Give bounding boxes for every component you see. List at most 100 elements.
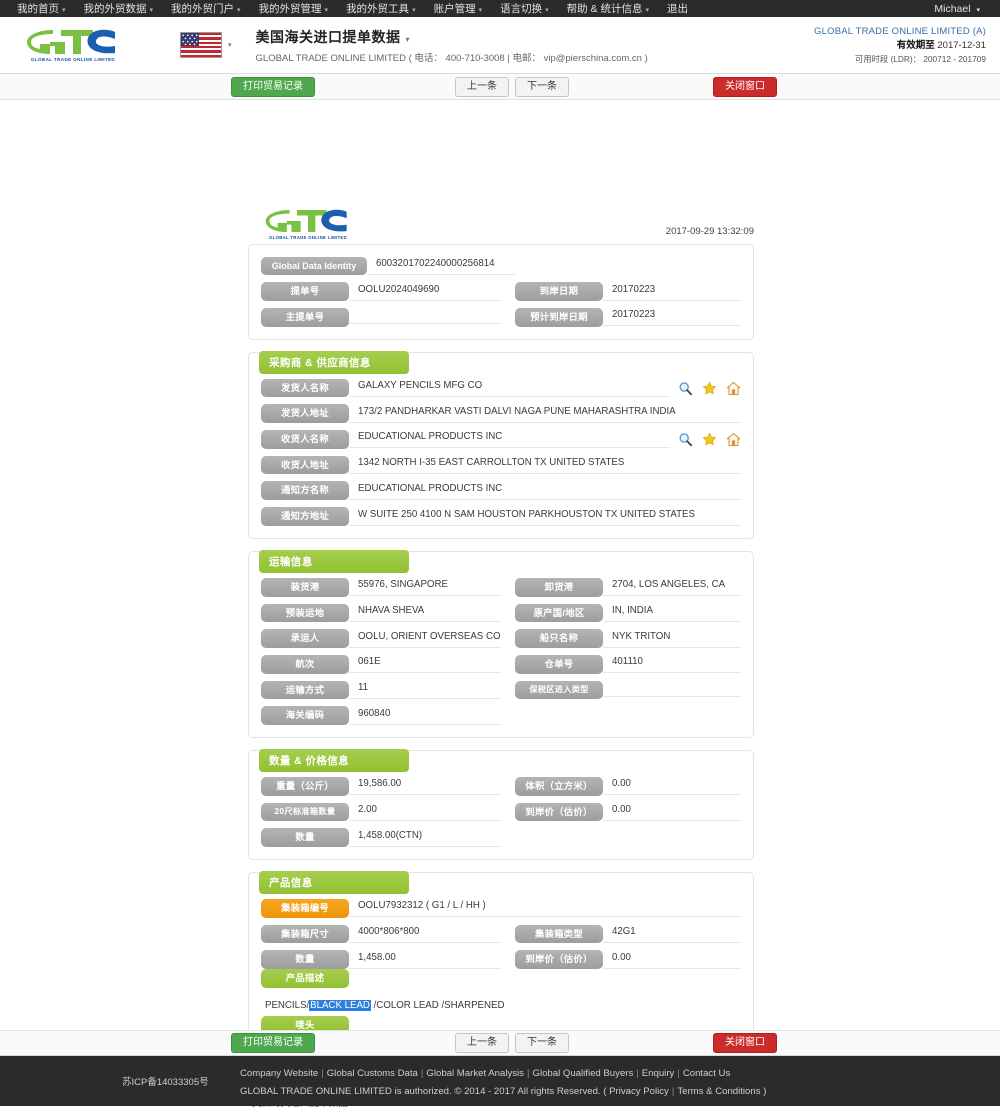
- print-record-button-bottom[interactable]: 打印贸易记录: [231, 1033, 315, 1053]
- nav-item-4[interactable]: 我的外贸工具 ▾: [337, 1, 425, 16]
- field-group: 卸货港 2704, LOS ANGELES, CA: [501, 577, 741, 597]
- nav-item-8[interactable]: 退出: [658, 1, 697, 16]
- field-value: 2.00: [349, 803, 501, 821]
- field-value: 11: [349, 681, 501, 699]
- field-group: 主提单号: [261, 308, 501, 327]
- copyright-text: GLOBAL TRADE ONLINE LIMITED is authorize…: [240, 1086, 607, 1098]
- footer-link-5[interactable]: Contact Us: [683, 1068, 730, 1079]
- nav-item-3[interactable]: 我的外贸管理 ▾: [250, 1, 338, 16]
- chevron-down-icon: ▾: [228, 42, 232, 49]
- footer-link-0[interactable]: Company Website: [240, 1068, 318, 1079]
- chevron-down-icon[interactable]: ▾: [406, 35, 411, 44]
- field-label: 到岸日期: [515, 282, 603, 302]
- field-label: 仓单号: [515, 654, 603, 674]
- field-group: 发货人名称 GALAXY PENCILS MFG CO: [261, 378, 741, 398]
- close-window-button-bottom[interactable]: 关闭窗口: [713, 1033, 777, 1053]
- field-group: 收货人名称 EDUCATIONAL PRODUCTS INC: [261, 430, 741, 449]
- next-record-button[interactable]: 下一条: [515, 76, 569, 97]
- toolbar-top: 打印贸易记录 上一条 下一条 关闭窗口: [0, 74, 1000, 100]
- field-value: 960840: [349, 707, 501, 725]
- container-number-value: OOLU7932312 ( G1 / L / HH ): [349, 899, 741, 918]
- chevron-down-icon: ▾: [412, 7, 416, 14]
- chevron-down-icon: ▾: [324, 7, 329, 14]
- field-row: 收货人地址 1342 NORTH I-35 EAST CARROLLTON TX …: [261, 455, 741, 475]
- nav-item-1[interactable]: 我的外贸数据 ▾: [75, 1, 163, 16]
- field-group: 预计到岸日期 20170223: [501, 308, 741, 327]
- home-icon[interactable]: [726, 432, 741, 447]
- close-window-button[interactable]: 关闭窗口: [713, 76, 777, 97]
- field-group: 承运人OOLU, ORIENT OVERSEAS CONTA: [261, 629, 501, 648]
- user-menu[interactable]: Michael ▾: [934, 3, 992, 15]
- field-group: 到岸日期 20170223: [501, 282, 741, 302]
- star-icon[interactable]: [702, 381, 717, 396]
- footer-copyright: GLOBAL TRADE ONLINE LIMITED is authorize…: [240, 1083, 766, 1101]
- validity-date: 2017-12-31: [937, 39, 986, 51]
- footer-link-3[interactable]: Global Qualified Buyers: [532, 1068, 633, 1079]
- account-company-name: GLOBAL TRADE ONLINE LIMITED (A): [814, 25, 986, 37]
- field-row: 数量 1,458.00 到岸价（估价） 0.00: [261, 950, 741, 970]
- next-record-button-bottom[interactable]: 下一条: [515, 1033, 569, 1053]
- print-record-button[interactable]: 打印贸易记录: [231, 76, 315, 97]
- bill-of-lading-document: GLOBAL TRADE ONLINE LIMITED 2017-09-29 1…: [236, 200, 766, 1116]
- header-titles: 美国海关进口提单数据 ▾ GLOBAL TRADE ONLINE LIMITED …: [256, 27, 648, 64]
- footer-legal-link-0[interactable]: Privacy Policy: [609, 1086, 669, 1097]
- field-label: 收货人地址: [261, 455, 349, 475]
- footer-separator: |: [321, 1068, 324, 1079]
- field-group: 通知方地址 W SUITE 250 4100 N SAM HOUSTON PARK…: [261, 507, 741, 526]
- page-title: 美国海关进口提单数据 ▾: [256, 27, 648, 47]
- footer-link-4[interactable]: Enquiry: [642, 1068, 675, 1079]
- chevron-down-icon: ▾: [149, 7, 154, 14]
- brand-logo-subtitle: GLOBAL TRADE ONLINE LIMITED: [30, 57, 116, 62]
- field-label: 承运人: [261, 629, 349, 648]
- nav-item-6[interactable]: 语言切换 ▾: [491, 1, 558, 16]
- nav-item-5[interactable]: 账户管理 ▾: [425, 1, 492, 16]
- nav-item-7[interactable]: 帮助 & 统计信息 ▾: [558, 1, 658, 16]
- nav-item-0[interactable]: 我的首页 ▾: [8, 1, 75, 16]
- field-value: 0.00: [603, 951, 741, 969]
- chevron-down-icon: ▾: [237, 7, 241, 14]
- field-value: EDUCATIONAL PRODUCTS INC: [349, 482, 741, 500]
- field-value: 061E: [349, 655, 501, 674]
- field-row: 发货人地址 173/2 PANDHARKAR VASTI DALVI NAGA P…: [261, 404, 741, 424]
- gto-logo-icon: [265, 209, 347, 233]
- field-row: 运输方式 11 保税区进入类型: [261, 680, 741, 700]
- home-icon[interactable]: [726, 381, 741, 396]
- field-label: 到岸价（估价）: [515, 802, 603, 822]
- search-icon[interactable]: [678, 381, 693, 396]
- field-row: 通知方名称 EDUCATIONAL PRODUCTS INC: [261, 481, 741, 501]
- field-value: 42G1: [603, 925, 741, 944]
- product-description-label-row: 产品描述: [261, 969, 741, 988]
- field-value: 4000*806*800: [349, 925, 501, 944]
- footer-link-1[interactable]: Global Customs Data: [327, 1068, 418, 1079]
- field-row: 集装箱尺寸 4000*806*800 集装箱类型 42G1: [261, 924, 741, 944]
- field-label: 通知方名称: [261, 481, 349, 501]
- nav-item-label: 我的外贸门户: [171, 3, 235, 15]
- chevron-down-icon: ▾: [645, 7, 649, 14]
- field-value: 1,458.00: [349, 951, 501, 969]
- field-label: 通知方地址: [261, 507, 349, 526]
- field-label: 航次: [261, 654, 349, 674]
- field-group: 船只名称 NYK TRITON: [501, 629, 741, 648]
- field-label: 运输方式: [261, 680, 349, 700]
- footer-legal-link-1[interactable]: Terms & Conditions: [677, 1086, 760, 1097]
- search-icon[interactable]: [678, 432, 693, 447]
- field-row: 预装运地 NHAVA SHEVA 原产国/地区 IN, INDIA: [261, 603, 741, 623]
- field-group: 原产国/地区 IN, INDIA: [501, 603, 741, 623]
- field-label: 重量（公斤）: [261, 776, 349, 796]
- nav-item-2[interactable]: 我的外贸门户 ▾: [162, 1, 250, 16]
- previous-record-button-bottom[interactable]: 上一条: [455, 1033, 509, 1053]
- star-icon[interactable]: [702, 432, 717, 447]
- field-value: NYK TRITON: [603, 630, 741, 648]
- nav-item-label: 我的外贸数据: [83, 3, 147, 15]
- brand-logo[interactable]: GLOBAL TRADE ONLINE LIMITED: [14, 28, 132, 62]
- previous-record-button[interactable]: 上一条: [455, 76, 509, 97]
- account-validity: 有效期至 2017-12-31: [814, 39, 986, 53]
- country-selector[interactable]: ▾: [180, 32, 232, 58]
- field-row: 承运人OOLU, ORIENT OVERSEAS CONTA船只名称NYK TR…: [261, 629, 741, 648]
- page-body: GLOBAL TRADE ONLINE LIMITED 2017-09-29 1…: [0, 100, 1000, 1116]
- nav-item-label: 账户管理: [433, 3, 476, 15]
- nav-item-label: 我的外贸管理: [258, 3, 322, 15]
- global-data-identity-row: Global Data Identity 6003201702240000256…: [261, 257, 741, 276]
- date-range-label: 可用时段 (LDR)：: [855, 54, 921, 65]
- footer-link-2[interactable]: Global Market Analysis: [426, 1068, 524, 1079]
